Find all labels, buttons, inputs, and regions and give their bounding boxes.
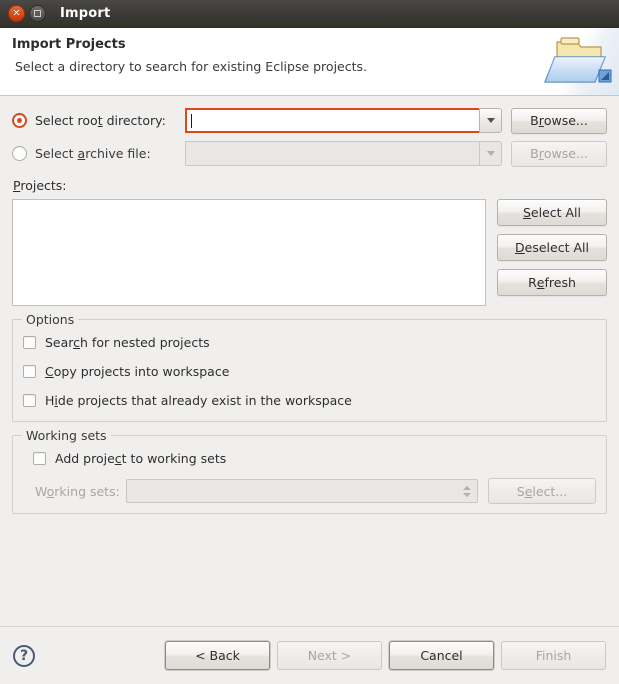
add-project-to-working-sets-row[interactable]: Add project to working sets xyxy=(23,446,596,470)
working-sets-group-title: Working sets xyxy=(22,428,111,443)
browse-post: owse... xyxy=(543,146,588,161)
cancel-button[interactable]: Cancel xyxy=(389,641,494,670)
maximize-icon[interactable] xyxy=(29,5,46,22)
projects-list[interactable] xyxy=(12,199,486,306)
radio-select-archive-file[interactable] xyxy=(12,146,27,161)
dialog-body: Select root directory: Br owse... Select … xyxy=(0,96,619,626)
import-dialog: ✕ Import Import Projects Select a direct… xyxy=(0,0,619,684)
option-search-nested-label: Search for nested projects xyxy=(45,335,210,350)
wizard-banner: Import Projects Select a directory to se… xyxy=(0,28,619,96)
options-group: Options Search for nested projects Copy … xyxy=(12,312,607,422)
root-directory-label-post: directory: xyxy=(102,113,166,128)
working-sets-selector-row: Working sets: Se lect... xyxy=(23,478,596,504)
page-subtitle: Select a directory to search for existin… xyxy=(15,59,367,74)
back-button[interactable]: < Back xyxy=(165,641,270,670)
checkbox-add-project-to-working-sets[interactable] xyxy=(33,451,46,465)
opt0-mnemonic: c xyxy=(73,334,81,350)
select-all-button[interactable]: Select All xyxy=(497,199,607,226)
opt2-post: de projects that already exist in the wo… xyxy=(57,392,352,408)
spinner-icon xyxy=(463,485,471,497)
finish-button: Finish xyxy=(501,641,606,670)
ws-select-post: lect... xyxy=(532,483,568,499)
deselect-all-post: eselect All xyxy=(524,240,589,255)
page-title: Import Projects xyxy=(12,37,126,52)
archive-file-dropdown-button xyxy=(479,141,502,166)
select-all-post: elect All xyxy=(530,205,582,220)
option-copy-projects-row[interactable]: Copy projects into workspace xyxy=(23,359,596,383)
option-hide-existing-row[interactable]: Hide projects that already exist in the … xyxy=(23,388,596,412)
ws-select-pre: S xyxy=(516,483,525,499)
browse-pre: B xyxy=(530,113,539,128)
select-working-sets-button: Se lect... xyxy=(488,478,596,504)
browse-post: owse... xyxy=(543,113,588,128)
text-caret xyxy=(191,113,192,128)
archive-file-label-pre: Select xyxy=(35,146,78,161)
option-search-nested-row[interactable]: Search for nested projects xyxy=(23,330,596,354)
archive-file-label-post: rchive file: xyxy=(85,146,151,161)
root-directory-combo[interactable] xyxy=(185,108,502,133)
browse-root-directory-button[interactable]: Br owse... xyxy=(511,107,607,134)
opt1-mnemonic: C xyxy=(45,363,54,379)
dialog-footer: ? < Back Next > Cancel Finish xyxy=(0,626,619,684)
projects-buttons: Select All Deselect All Re fresh xyxy=(497,199,607,306)
refresh-button[interactable]: Re fresh xyxy=(497,269,607,296)
chevron-down-icon xyxy=(486,118,495,123)
checkbox-search-nested-projects[interactable] xyxy=(23,335,36,349)
opt0-pre: Sear xyxy=(45,334,74,350)
chevron-up-icon xyxy=(463,485,471,490)
option-hide-existing-label: Hide projects that already exist in the … xyxy=(45,393,352,408)
root-directory-dropdown-button[interactable] xyxy=(479,108,502,133)
chevron-down-icon xyxy=(486,151,495,156)
root-directory-label: Select root directory: xyxy=(35,113,185,128)
checkbox-copy-projects-into-workspace[interactable] xyxy=(23,364,36,378)
working-sets-combo xyxy=(126,479,478,503)
projects-label: Projects: xyxy=(13,178,607,193)
projects-label-post: rojects: xyxy=(20,178,67,193)
archive-file-label: Select archive file: xyxy=(35,146,185,161)
root-directory-row: Select root directory: Br owse... xyxy=(12,106,607,135)
checkbox-hide-existing-projects[interactable] xyxy=(23,393,36,407)
refresh-mnemonic: e xyxy=(536,275,545,290)
radio-select-root-directory[interactable] xyxy=(12,113,27,128)
refresh-pre: R xyxy=(528,275,537,290)
ws-chk-mnemonic: c xyxy=(114,450,122,466)
add-project-to-working-sets-label: Add project to working sets xyxy=(55,451,226,466)
working-sets-group: Working sets Add project to working sets… xyxy=(12,428,607,514)
maximize-glyph xyxy=(34,10,41,17)
refresh-post: fresh xyxy=(544,275,576,290)
next-button: Next > xyxy=(277,641,382,670)
option-copy-projects-label: Copy projects into workspace xyxy=(45,364,229,379)
browse-pre: B xyxy=(530,146,539,161)
options-group-title: Options xyxy=(22,312,79,327)
opt0-post: h for nested projects xyxy=(80,334,210,350)
title-bar: ✕ Import xyxy=(0,0,619,28)
root-directory-input[interactable] xyxy=(185,108,479,133)
opt1-post: opy projects into workspace xyxy=(53,363,230,379)
opt2-pre: H xyxy=(45,392,55,408)
working-sets-label: Working sets: xyxy=(23,484,126,499)
projects-area: Select All Deselect All Re fresh xyxy=(12,199,607,306)
window-title: Import xyxy=(60,6,111,21)
deselect-all-button[interactable]: Deselect All xyxy=(497,234,607,261)
close-icon[interactable]: ✕ xyxy=(8,5,25,22)
ws-chk-post: t to working sets xyxy=(121,450,227,466)
root-directory-label-pre: Select roo xyxy=(35,113,98,128)
deselect-all-mnemonic: D xyxy=(515,240,525,255)
ws-chk-pre: Add proje xyxy=(55,450,115,466)
ws-label-post: rking sets: xyxy=(54,483,120,499)
ws-label-pre: W xyxy=(35,483,47,499)
archive-file-row: Select archive file: Br owse... xyxy=(12,139,607,168)
footer-buttons: < Back Next > Cancel Finish xyxy=(165,641,606,670)
chevron-down-icon xyxy=(463,492,471,497)
import-folder-icon xyxy=(539,28,619,95)
ws-select-mnemonic: e xyxy=(524,483,533,499)
select-all-mnemonic: S xyxy=(522,205,531,220)
archive-file-combo xyxy=(185,141,502,166)
archive-file-input xyxy=(185,141,479,166)
browse-archive-file-button: Br owse... xyxy=(511,140,607,167)
help-icon[interactable]: ? xyxy=(13,644,35,667)
